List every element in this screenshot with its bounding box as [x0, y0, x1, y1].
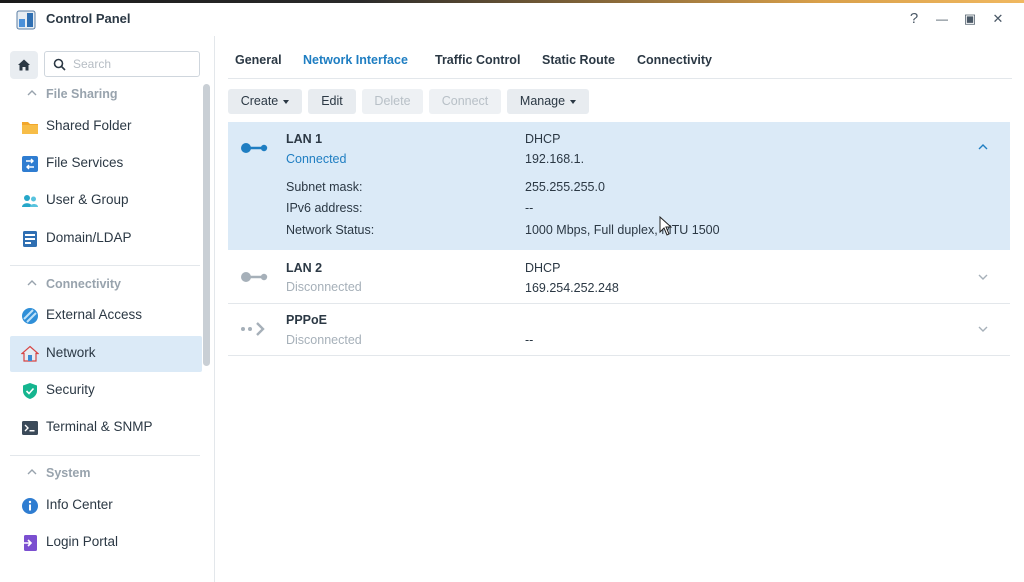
- detail-value: 1000 Mbps, Full duplex, MTU 1500: [525, 223, 720, 237]
- interface-name: LAN 2: [286, 261, 323, 275]
- sidebar-item-label: User & Group: [46, 192, 129, 207]
- interface-row-pppoe[interactable]: PPPoE Disconnected --: [228, 304, 1010, 356]
- detail-value: 255.255.255.0: [525, 180, 605, 194]
- detail-value: --: [525, 201, 534, 215]
- section-header-file-sharing[interactable]: File Sharing: [10, 86, 200, 106]
- interface-mode: DHCP: [525, 261, 561, 275]
- section-header-connectivity[interactable]: Connectivity: [10, 276, 200, 296]
- interface-row-lan2[interactable]: LAN 2 Disconnected DHCP 169.254.252.248: [228, 252, 1010, 304]
- help-button[interactable]: ?: [904, 9, 924, 29]
- create-button[interactable]: Create: [228, 89, 302, 114]
- interface-ip: 169.254.252.248: [525, 281, 619, 295]
- control-panel-app-icon: [16, 10, 36, 30]
- sidebar: File Sharing Shared Folder File Services…: [0, 36, 215, 582]
- minimize-button[interactable]: —: [932, 9, 952, 29]
- chevron-down-icon[interactable]: [976, 270, 990, 284]
- interface-status: Connected: [286, 152, 347, 166]
- login-portal-icon: [22, 535, 37, 551]
- sidebar-item-info-center[interactable]: Info Center: [10, 488, 202, 524]
- sidebar-item-label: External Access: [46, 307, 143, 322]
- sidebar-item-domain-ldap[interactable]: Domain/LDAP: [10, 221, 202, 257]
- shared-folder-icon: [22, 122, 38, 134]
- sidebar-item-label: Terminal & SNMP: [46, 419, 153, 434]
- caret-down-icon: [283, 99, 290, 104]
- sidebar-item-label: Login Portal: [46, 534, 119, 549]
- tab-network-interface[interactable]: Network Interface: [303, 53, 408, 67]
- interface-name: PPPoE: [286, 313, 327, 327]
- main-panel: General Network Interface Traffic Contro…: [215, 36, 1024, 582]
- interface-status: Disconnected: [286, 333, 362, 347]
- section-title: System: [46, 466, 91, 480]
- file-services-icon: [22, 156, 38, 172]
- window-title: Control Panel: [46, 11, 131, 26]
- sidebar-item-label: Domain/LDAP: [46, 230, 132, 245]
- network-home-icon: [21, 345, 39, 362]
- search-input[interactable]: [73, 56, 193, 72]
- mouse-cursor-icon: [659, 216, 673, 236]
- sidebar-item-label: Security: [46, 382, 95, 397]
- chevron-up-icon: [27, 280, 37, 286]
- sidebar-item-label: File Services: [46, 155, 124, 170]
- detail-label: Network Status:: [286, 223, 375, 237]
- sidebar-item-security[interactable]: Security: [10, 373, 202, 409]
- chevron-up-icon[interactable]: [976, 140, 990, 154]
- window-titlebar[interactable]: Control Panel ? — ▣ ✕: [0, 3, 1024, 36]
- sidebar-item-label: Network: [46, 345, 96, 360]
- pppoe-icon: [241, 322, 265, 336]
- sidebar-item-label: Shared Folder: [46, 118, 132, 133]
- maximize-button[interactable]: ▣: [960, 9, 980, 29]
- sidebar-item-file-services[interactable]: File Services: [10, 146, 202, 182]
- chevron-up-icon: [27, 90, 37, 96]
- connect-button[interactable]: Connect: [429, 89, 501, 114]
- edit-button[interactable]: Edit: [308, 89, 356, 114]
- terminal-icon: [22, 421, 38, 435]
- search-box[interactable]: [44, 51, 200, 77]
- home-icon: [18, 59, 30, 71]
- manage-label: Manage: [519, 94, 566, 108]
- detail-label: Subnet mask:: [286, 180, 363, 194]
- tab-bar: General Network Interface Traffic Contro…: [228, 36, 1012, 79]
- sidebar-divider: [10, 455, 200, 456]
- sidebar-scrollbar[interactable]: [203, 84, 210, 366]
- lan-disconnected-icon: [241, 272, 268, 282]
- info-icon: [22, 498, 38, 514]
- section-title: File Sharing: [46, 87, 118, 101]
- sidebar-item-external-access[interactable]: External Access: [10, 298, 202, 334]
- interface-name: LAN 1: [286, 132, 323, 146]
- row-divider: [228, 355, 1010, 356]
- interface-status: Disconnected: [286, 280, 362, 294]
- sidebar-item-terminal-snmp[interactable]: Terminal & SNMP: [10, 410, 202, 446]
- lan-connected-icon: [241, 143, 268, 153]
- tab-general[interactable]: General: [235, 53, 282, 67]
- sidebar-item-user-group[interactable]: User & Group: [10, 183, 202, 219]
- manage-button[interactable]: Manage: [507, 89, 589, 114]
- create-label: Create: [240, 94, 279, 108]
- sidebar-item-login-portal[interactable]: Login Portal: [10, 525, 202, 561]
- delete-button[interactable]: Delete: [362, 89, 423, 114]
- caret-down-icon: [570, 99, 577, 104]
- user-group-icon: [22, 195, 38, 207]
- interface-ip: 192.168.1.: [525, 152, 585, 166]
- sidebar-item-label: Info Center: [46, 497, 113, 512]
- chevron-up-icon: [27, 469, 37, 475]
- home-button[interactable]: [10, 51, 38, 79]
- external-access-icon: [22, 308, 38, 324]
- chevron-down-icon[interactable]: [976, 322, 990, 336]
- tab-static-route[interactable]: Static Route: [542, 53, 615, 67]
- detail-label: IPv6 address:: [286, 201, 363, 215]
- close-button[interactable]: ✕: [988, 9, 1008, 29]
- section-title: Connectivity: [46, 277, 122, 291]
- tab-traffic-control[interactable]: Traffic Control: [435, 53, 520, 67]
- shield-icon: [23, 383, 37, 399]
- interface-mode: DHCP: [525, 132, 561, 146]
- domain-ldap-icon: [23, 231, 37, 247]
- sidebar-item-shared-folder[interactable]: Shared Folder: [10, 109, 202, 145]
- section-header-system[interactable]: System: [10, 465, 200, 485]
- sidebar-divider: [10, 265, 200, 266]
- search-icon: [53, 58, 66, 71]
- interface-ip: --: [525, 333, 534, 347]
- tab-connectivity[interactable]: Connectivity: [637, 53, 712, 67]
- sidebar-item-network[interactable]: Network: [10, 336, 202, 372]
- interface-row-lan1[interactable]: LAN 1 Connected DHCP 192.168.1. Subnet m…: [228, 122, 1010, 250]
